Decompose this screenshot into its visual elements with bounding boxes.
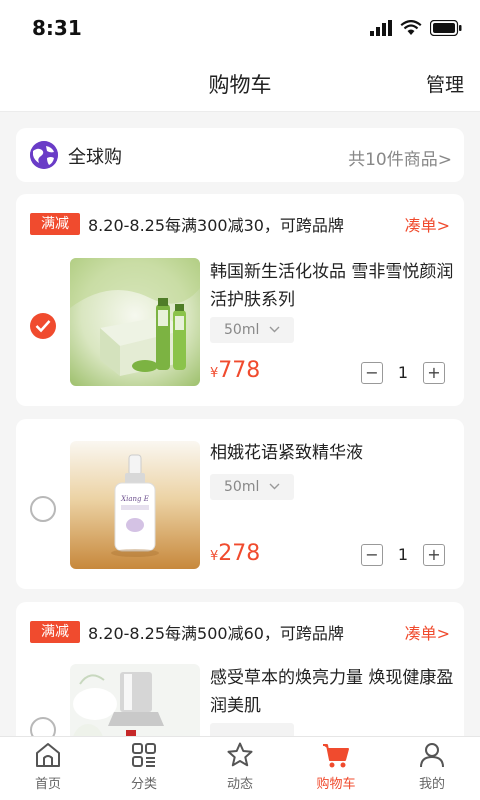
product-price: ¥278 xyxy=(210,541,260,566)
quantity-value[interactable]: 1 xyxy=(383,544,423,566)
cart-list[interactable]: 全球购 共10件商品> 满减 8.20-8.25每满300减30，可跨品牌 凑单… xyxy=(0,112,480,736)
quantity-stepper: − 1 + xyxy=(361,362,445,384)
battery-icon xyxy=(430,20,462,36)
status-bar: 8:31 xyxy=(0,0,480,56)
item-checkbox-checked[interactable] xyxy=(30,313,56,339)
item-checkbox[interactable] xyxy=(30,496,56,522)
price-value: 278 xyxy=(218,541,261,566)
tab-label: 分类 xyxy=(130,777,157,792)
cart-group-card: 满减 8.20-8.25每满300减30，可跨品牌 凑单> 韩国新生活化妆品 雪… xyxy=(16,194,464,406)
spec-value: 50ml xyxy=(224,322,260,338)
product-name[interactable]: 相娥花语紧致精华液 xyxy=(210,439,456,467)
product-name[interactable]: 感受草本的焕亮力量 焕现健康盈润美肌 xyxy=(210,664,456,720)
product-image[interactable]: Xiang E xyxy=(70,441,200,569)
category-icon xyxy=(132,743,156,767)
star-icon xyxy=(227,742,253,767)
tab-feed[interactable]: 动态 xyxy=(192,737,288,800)
status-time: 8:31 xyxy=(32,16,82,40)
spec-selector[interactable]: 50ml xyxy=(210,474,294,500)
bottom-tab-bar: 首页 分类 动态 购物车 我的 xyxy=(0,736,480,800)
product-price: ¥778 xyxy=(210,358,260,383)
item-checkbox[interactable] xyxy=(30,717,56,736)
tab-profile[interactable]: 我的 xyxy=(384,737,480,800)
increase-button[interactable]: + xyxy=(423,362,445,384)
increase-button[interactable]: + xyxy=(423,544,445,566)
promo-tag: 满减 xyxy=(30,213,80,235)
status-icons xyxy=(370,20,462,36)
global-buy-logo-icon xyxy=(30,141,58,169)
price-value: 778 xyxy=(218,358,261,383)
page-title: 购物车 xyxy=(208,73,272,97)
promo-text: 8.20-8.25每满500减60，可跨品牌 xyxy=(88,624,344,643)
spec-selector[interactable] xyxy=(210,723,294,736)
spec-value: 50ml xyxy=(224,479,260,495)
tab-label: 我的 xyxy=(418,777,445,792)
profile-icon xyxy=(420,743,444,768)
decrease-button[interactable]: − xyxy=(361,544,383,566)
global-buy-header[interactable]: 全球购 共10件商品> xyxy=(16,128,464,182)
promo-tag: 满减 xyxy=(30,621,80,643)
decrease-button[interactable]: − xyxy=(361,362,383,384)
tab-label: 购物车 xyxy=(316,777,356,792)
promo-row: 满减 8.20-8.25每满300减30，可跨品牌 凑单> xyxy=(30,211,450,237)
tab-home[interactable]: 首页 xyxy=(0,737,96,800)
quantity-value[interactable]: 1 xyxy=(383,362,423,384)
add-on-link[interactable]: 凑单> xyxy=(405,212,450,236)
promo-text: 8.20-8.25每满300减30，可跨品牌 xyxy=(88,216,344,235)
tab-label: 动态 xyxy=(226,777,253,792)
item-count-link[interactable]: 共10件商品> xyxy=(348,145,452,170)
cart-group-card: 满减 8.20-8.25每满500减60，可跨品牌 凑单> 感受草本的焕亮力量 … xyxy=(16,602,464,736)
chevron-down-icon xyxy=(269,483,280,490)
quantity-stepper: − 1 + xyxy=(361,544,445,566)
wifi-icon xyxy=(400,20,422,35)
product-label-text: Xiang E xyxy=(121,495,149,503)
product-image[interactable] xyxy=(70,664,200,736)
tab-cart[interactable]: 购物车 xyxy=(288,737,384,800)
checkmark-icon xyxy=(35,320,51,333)
spec-selector[interactable]: 50ml xyxy=(210,317,294,343)
chevron-down-icon xyxy=(269,326,280,333)
tab-label: 首页 xyxy=(34,777,61,792)
cart-icon xyxy=(323,744,349,768)
home-icon xyxy=(36,743,60,767)
product-name[interactable]: 韩国新生活化妆品 雪非雪悦颜润活护肤系列 xyxy=(210,258,456,314)
tab-category[interactable]: 分类 xyxy=(96,737,192,800)
signal-icon xyxy=(370,20,392,36)
promo-row: 满减 8.20-8.25每满500减60，可跨品牌 凑单> xyxy=(30,619,450,645)
add-on-link[interactable]: 凑单> xyxy=(405,620,450,644)
manage-button[interactable]: 管理 xyxy=(426,70,464,97)
product-image[interactable] xyxy=(70,258,200,386)
nav-bar: 购物车 管理 xyxy=(0,56,480,112)
global-buy-label: 全球购 xyxy=(68,147,122,168)
cart-group-card: Xiang E 相娥花语紧致精华液 50ml ¥278 − 1 + xyxy=(16,419,464,589)
